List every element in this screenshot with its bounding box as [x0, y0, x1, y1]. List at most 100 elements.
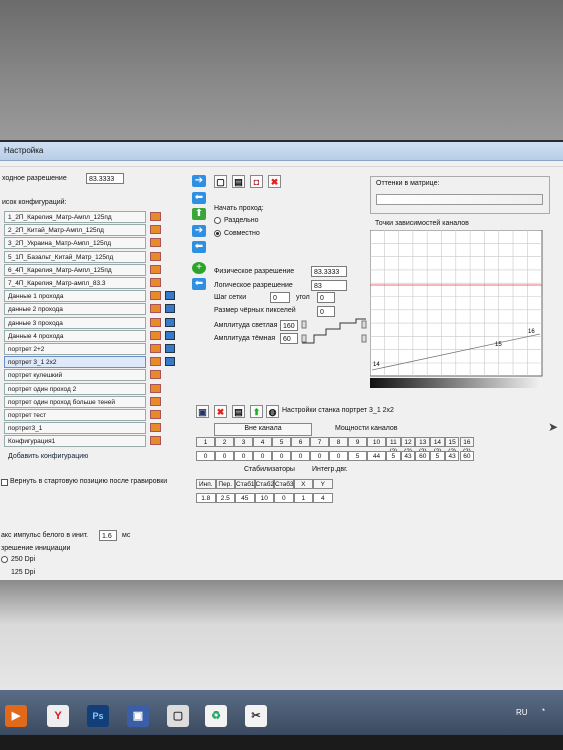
new-file-icon[interactable]: ▢	[214, 175, 227, 188]
dpi-250-radio[interactable]	[1, 556, 8, 563]
arrow-left-icon[interactable]: ⬅	[192, 192, 206, 204]
save-icon[interactable]	[165, 304, 175, 313]
recycle-icon[interactable]: ♻	[205, 705, 227, 727]
save-icon[interactable]	[165, 344, 175, 353]
media-player-icon[interactable]: ▶	[5, 705, 27, 727]
config-item[interactable]: Данные 4 прохода	[4, 330, 146, 342]
snipping-icon[interactable]: ✂	[245, 705, 267, 727]
stab-field[interactable]: 2.5	[215, 493, 235, 503]
folder-icon[interactable]	[150, 384, 161, 393]
grid-step-field[interactable]: 0	[270, 292, 290, 303]
copy-icon[interactable]: ▤	[232, 405, 245, 418]
config-item[interactable]: портрет 2+2	[4, 343, 146, 355]
config-item[interactable]: 3_2П_Украина_Матр-Ампл_125пд	[4, 237, 146, 249]
language-indicator[interactable]: RU	[516, 708, 528, 717]
channel-power-field[interactable]: 0	[291, 451, 310, 461]
arrow-left-icon[interactable]: ⬅	[192, 241, 206, 253]
stab-field[interactable]: 1.8	[196, 493, 216, 503]
amp-dark-field[interactable]: 60	[280, 333, 298, 344]
save-disk-icon[interactable]: ▣	[127, 705, 149, 727]
folder-icon[interactable]	[150, 291, 161, 300]
channel-power-field[interactable]: 43	[444, 451, 460, 461]
folder-icon[interactable]	[150, 423, 161, 432]
amp-light-field[interactable]: 160	[280, 320, 298, 331]
channel-chart[interactable]: 16 15 14	[370, 230, 544, 390]
channel-power-field[interactable]: 0	[329, 451, 348, 461]
config-item[interactable]: портрет один проход 2	[4, 383, 146, 395]
config-item[interactable]: Конфигурация1	[4, 435, 146, 447]
config-item[interactable]: 6_4П_Карелия_Матр-Ампл_125пд	[4, 264, 146, 276]
save-icon[interactable]	[165, 291, 175, 300]
config-item[interactable]: 1_2П_Карелия_Матр-Ампл_125пд	[4, 211, 146, 223]
channel-power-field[interactable]: 60	[415, 451, 431, 461]
folder-icon[interactable]	[150, 238, 161, 247]
return-start-checkbox[interactable]	[1, 479, 8, 486]
config-item[interactable]: портрет тест	[4, 409, 146, 421]
folder-icon[interactable]	[150, 265, 161, 274]
save-icon[interactable]	[165, 357, 175, 366]
lock-icon[interactable]: ◘	[250, 175, 263, 188]
channel-power-field[interactable]: 44	[367, 451, 386, 461]
add-config-link[interactable]: Добавить конфигурацию	[8, 453, 88, 460]
channel-power-field[interactable]: 0	[234, 451, 253, 461]
channel-power-field[interactable]: 0	[310, 451, 329, 461]
stab-field[interactable]: 10	[254, 493, 274, 503]
delete-icon[interactable]: ✖	[214, 405, 227, 418]
black-size-field[interactable]: 0	[317, 306, 335, 317]
folder-icon[interactable]	[150, 344, 161, 353]
stab-field[interactable]: 45	[235, 493, 255, 503]
amplitude-stepper[interactable]	[300, 317, 368, 345]
config-item[interactable]: данные 2 прохода	[4, 303, 146, 315]
stab-field[interactable]: 4	[313, 493, 333, 503]
folder-icon[interactable]	[150, 212, 161, 221]
network-icon[interactable]: ◔	[540, 705, 550, 715]
folder-icon[interactable]	[150, 331, 161, 340]
config-item[interactable]: портрет кулешкий	[4, 369, 146, 381]
config-item[interactable]: 2_2П_Китай_Матр-Ампл_125пд	[4, 224, 146, 236]
config-item[interactable]: 7_4П_Карелия_Матр-ампл_83.3	[4, 277, 146, 289]
channel-power-field[interactable]: 43	[400, 451, 416, 461]
stab-field[interactable]: 1	[293, 493, 313, 503]
log-res-field[interactable]: 83	[311, 280, 347, 291]
channel-power-field[interactable]: 5	[348, 451, 367, 461]
folder-icon[interactable]	[150, 304, 161, 313]
add-icon[interactable]: +	[192, 262, 206, 274]
arrow-right-icon[interactable]: ➔	[192, 175, 206, 187]
document-icon[interactable]: ▢	[167, 705, 189, 727]
arrow-up-icon[interactable]: ⬆	[192, 208, 206, 220]
channel-power-field[interactable]: 0	[253, 451, 272, 461]
arrow-left-icon[interactable]: ⬅	[192, 278, 206, 290]
delete-icon[interactable]: ✖	[268, 175, 281, 188]
save-icon[interactable]	[165, 318, 175, 327]
config-item[interactable]: Данные 1 прохода	[4, 290, 146, 302]
folder-icon[interactable]	[150, 370, 161, 379]
config-item[interactable]: портрет один проход больше теней	[4, 396, 146, 408]
channel-power-field[interactable]: 5	[430, 451, 445, 461]
save-icon[interactable]: ▣	[196, 405, 209, 418]
folder-icon[interactable]	[150, 252, 161, 261]
channel-power-field[interactable]: 0	[272, 451, 291, 461]
channel-power-field[interactable]: 0	[196, 451, 215, 461]
config-item[interactable]: данные 3 прохода	[4, 317, 146, 329]
folder-icon[interactable]	[150, 436, 161, 445]
stab-field[interactable]: 0	[274, 493, 294, 503]
browser-icon[interactable]: Y	[47, 705, 69, 727]
phys-res-field[interactable]: 83.3333	[311, 266, 347, 277]
folder-icon[interactable]	[150, 278, 161, 287]
config-item[interactable]: 5_1П_Базальт_Китай_Матр_125пд	[4, 251, 146, 263]
off-channel-button[interactable]: Вне канала	[214, 423, 312, 436]
folder-icon[interactable]	[150, 318, 161, 327]
export-icon[interactable]: ⬆	[250, 405, 263, 418]
radio-separate[interactable]	[214, 217, 221, 224]
folder-icon[interactable]	[150, 225, 161, 234]
angle-field[interactable]: 0	[317, 292, 335, 303]
channel-power-field[interactable]: 0	[215, 451, 234, 461]
channel-power-field[interactable]: 5	[386, 451, 401, 461]
max-white-field[interactable]: 1.6	[99, 530, 117, 541]
folder-icon[interactable]	[150, 357, 161, 366]
channel-power-field[interactable]: 60	[459, 451, 475, 461]
photoshop-icon[interactable]: Ps	[87, 705, 109, 727]
shade-slider[interactable]	[376, 194, 543, 205]
arrow-right-icon[interactable]: ➔	[192, 225, 206, 237]
folder-icon[interactable]	[150, 410, 161, 419]
